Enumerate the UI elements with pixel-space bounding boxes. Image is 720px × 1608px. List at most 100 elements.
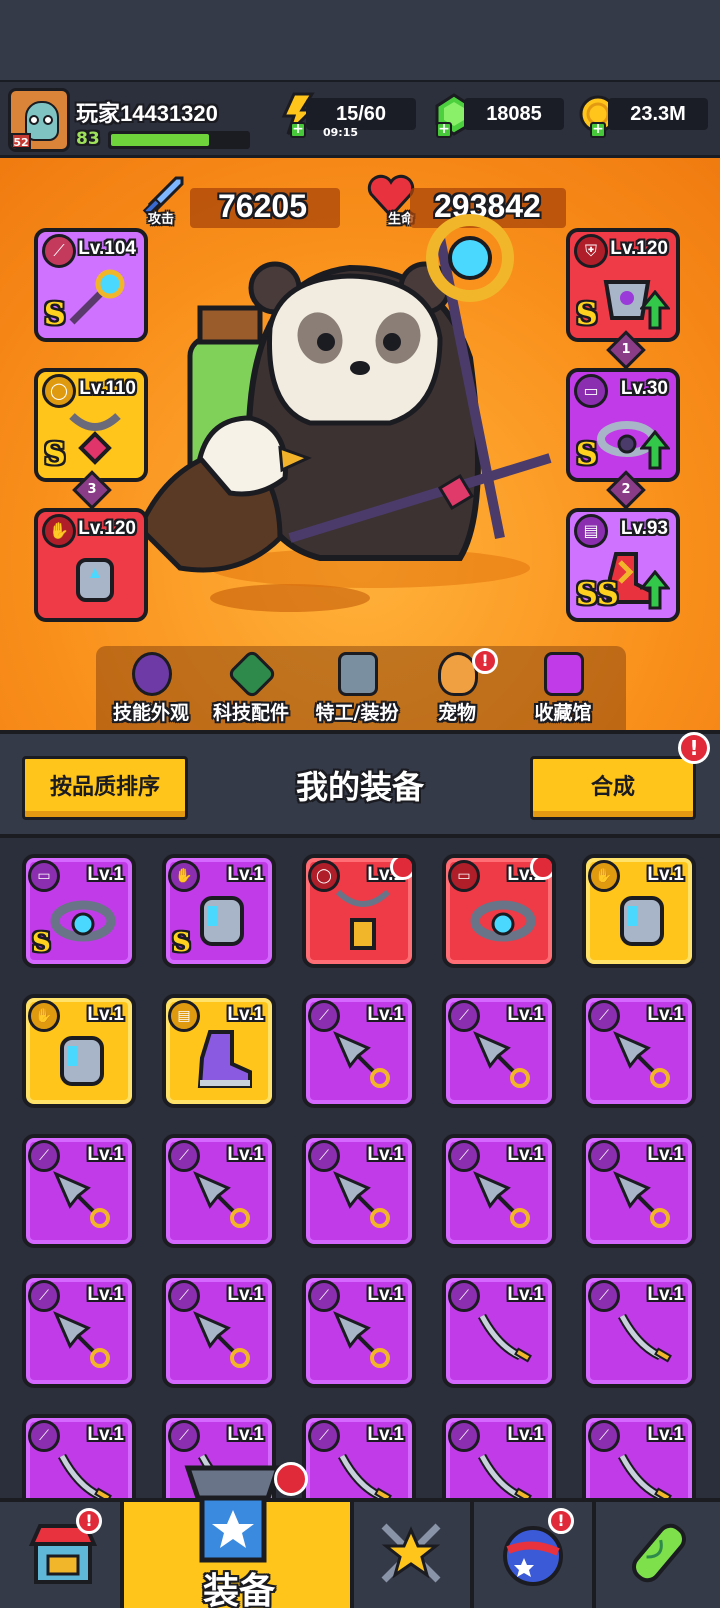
agent-icon	[338, 652, 378, 696]
nav-shop[interactable]: !	[0, 1502, 124, 1608]
equipped-belt-slot[interactable]: ▭ Lv.30 S	[566, 368, 680, 482]
energy-plus-button[interactable]: +	[290, 122, 306, 138]
merge-alert-badge: !	[678, 732, 710, 764]
kunai-icon	[333, 1171, 390, 1228]
inventory-item-katana[interactable]: ⟋ Lv.1	[442, 1274, 556, 1388]
nav-planet[interactable]: !	[474, 1502, 596, 1608]
inventory-item-belt[interactable]: ▭ Lv.1	[442, 854, 556, 968]
katana-icon	[478, 1453, 532, 1498]
inventory-item-kunai[interactable]: ⟋ Lv.1	[302, 1274, 416, 1388]
item-level: Lv.1	[87, 864, 124, 885]
katana-icon	[618, 1313, 672, 1363]
inventory-item-boot[interactable]: ▤ Lv.1	[162, 994, 276, 1108]
item-level: Lv.1	[647, 1004, 684, 1025]
inventory-item-kunai[interactable]: ⟋ Lv.1	[582, 994, 696, 1108]
inventory-item-belt[interactable]: ▭ Lv.1 S	[22, 854, 136, 968]
inventory-item-katana[interactable]: ⟋ Lv.1	[22, 1414, 136, 1498]
equipped-weapon-slot[interactable]: ⟋ Lv.104 S	[34, 228, 148, 342]
inventory-item-katana[interactable]: ⟋ Lv.1	[582, 1274, 696, 1388]
crown-badge-icon	[530, 858, 552, 880]
sort-by-quality-button[interactable]: 按品质排序	[22, 756, 188, 820]
nav-gene[interactable]	[596, 1502, 720, 1608]
tab-collection[interactable]: 收藏馆	[508, 646, 618, 730]
avatar-eye-icon	[43, 115, 53, 125]
player-avatar[interactable]: 52	[8, 88, 70, 152]
planet-alert-badge: !	[548, 1508, 574, 1534]
kunai-icon	[473, 1171, 530, 1228]
item-level: Lv.1	[87, 1424, 124, 1445]
inventory-item-kunai[interactable]: ⟋ Lv.1	[22, 1274, 136, 1388]
gems-value: 18085	[464, 98, 564, 130]
top-bar: 52 玩家14431320 83 + 15/60 09:15 + 18085 +…	[0, 80, 720, 158]
item-level: Lv.1	[507, 1004, 544, 1025]
katana-icon	[338, 1453, 392, 1498]
grade-label: S	[576, 437, 598, 472]
merge-button[interactable]: 合成	[530, 756, 696, 820]
coins-plus-button[interactable]: +	[590, 122, 606, 138]
item-level: Lv.1	[227, 1144, 264, 1165]
tab-label: 特工/装扮	[315, 702, 399, 724]
xp-bar	[108, 131, 250, 149]
inventory-item-glove[interactable]: ✋ Lv.1	[22, 994, 136, 1108]
katana-icon	[58, 1453, 112, 1498]
inventory-item-katana[interactable]: ⟋ Lv.1	[442, 1414, 556, 1498]
inventory-item-kunai[interactable]: ⟋ Lv.1	[22, 1134, 136, 1248]
tab-agent-outfit[interactable]: 特工/装扮	[302, 646, 412, 730]
nav-equipment[interactable]: 装备	[124, 1462, 354, 1608]
chain-necklace-icon	[69, 412, 121, 465]
upgrade-arrow-icon	[640, 290, 670, 330]
tab-pets[interactable]: ! 宠物	[402, 646, 512, 730]
glove-icon	[620, 896, 664, 946]
inventory-item-kunai[interactable]: ⟋ Lv.1	[302, 1134, 416, 1248]
crown-badge-icon	[390, 858, 412, 880]
grade-label: S	[44, 297, 66, 332]
upgrade-arrow-icon	[640, 570, 670, 610]
status-bar	[0, 0, 720, 80]
inventory-item-kunai[interactable]: ⟋ Lv.1	[582, 1134, 696, 1248]
boot-tag-icon: ▤	[574, 514, 608, 548]
inventory-item-necklace[interactable]: ◯ Lv.1	[302, 854, 416, 968]
xp-bar-fill	[111, 134, 209, 146]
equipped-glove-slot[interactable]: ✋ Lv.120	[34, 508, 148, 622]
slot-level: Lv.30	[620, 378, 668, 399]
glove-icon	[200, 896, 244, 946]
item-level: Lv.1	[227, 1284, 264, 1305]
belt-icon	[50, 900, 116, 942]
gauntlet-icon	[76, 558, 114, 602]
nav-battle[interactable]	[354, 1502, 474, 1608]
staff-gear-icon	[69, 269, 125, 325]
kunai-icon	[53, 1311, 110, 1368]
energy-timer: 09:15	[323, 126, 359, 139]
nav-equipment-label: 装备	[202, 1571, 275, 1608]
hero-panel: 攻击 76205 生命 293842 ⟋ Lv.104 S ◯ Lv.110 S…	[0, 158, 720, 730]
tab-tech-parts[interactable]: 科技配件	[196, 646, 306, 730]
inventory-item-katana[interactable]: ⟋ Lv.1	[302, 1414, 416, 1498]
tech-part-icon	[226, 648, 278, 700]
equipped-necklace-slot[interactable]: ◯ Lv.110 S	[34, 368, 148, 482]
grade-label: S	[172, 928, 191, 958]
equipped-boot-slot[interactable]: ▤ Lv.93 SS	[566, 508, 680, 622]
equipped-armor-slot[interactable]: ⛨ Lv.120 S	[566, 228, 680, 342]
gene-capsule-icon	[632, 1523, 686, 1583]
gems-plus-button[interactable]: +	[436, 122, 452, 138]
inventory-item-kunai[interactable]: ⟋ Lv.1	[162, 1134, 276, 1248]
grade-label: S	[32, 928, 51, 958]
inventory-item-kunai[interactable]: ⟋ Lv.1	[162, 1274, 276, 1388]
grade-label: SS	[576, 577, 619, 612]
inventory-item-kunai[interactable]: ⟋ Lv.1	[442, 994, 556, 1108]
character-illustration	[140, 214, 552, 612]
item-level: Lv.1	[227, 1004, 264, 1025]
tab-skill-skin[interactable]: 技能外观	[96, 646, 206, 730]
inventory-item-kunai[interactable]: ⟋ Lv.1	[442, 1134, 556, 1248]
inventory-item-katana[interactable]: ⟋ Lv.1	[582, 1414, 696, 1498]
inventory-item-glove[interactable]: ✋ Lv.1	[582, 854, 696, 968]
tab-label: 技能外观	[112, 702, 189, 724]
item-level: Lv.1	[87, 1284, 124, 1305]
tab-alert-badge: !	[472, 648, 498, 674]
avatar-eye-icon	[29, 115, 39, 125]
inventory-item-kunai[interactable]: ⟋ Lv.1	[302, 994, 416, 1108]
inventory-item-glove[interactable]: ✋ Lv.1 S	[162, 854, 276, 968]
slot-level: Lv.104	[78, 238, 136, 259]
bottom-nav: ! 装备 !	[0, 1462, 720, 1608]
grade-label: S	[576, 297, 598, 332]
